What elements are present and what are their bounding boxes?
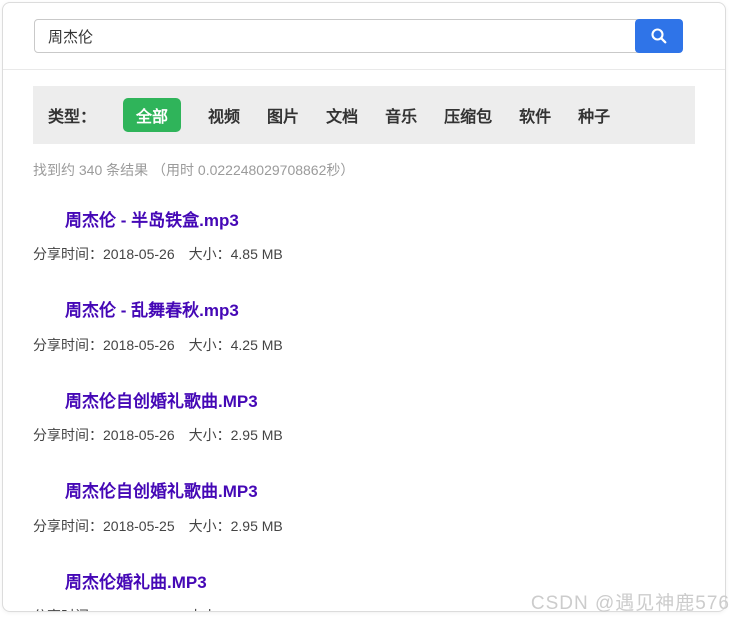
- csdn-watermark: CSDN @遇见神鹿576: [530, 593, 730, 614]
- result-title-link[interactable]: 周杰伦婚礼曲.MP3: [65, 573, 207, 593]
- share-date: 2018-05-26: [103, 246, 175, 263]
- result-title-link[interactable]: 周杰伦 - 乱舞春秋.mp3: [65, 301, 239, 321]
- result-meta: 分享时间：2018-05-26 大小：4.25 MB: [33, 335, 695, 355]
- filter-image[interactable]: 图片: [267, 103, 299, 127]
- file-size: 4.25 MB: [230, 336, 283, 353]
- result-meta: 分享时间：2018-05-26 大小：4.85 MB: [33, 244, 695, 264]
- share-date: 2018-05-25: [103, 517, 175, 534]
- results-list: 周杰伦 - 半岛铁盒.mp3 分享时间：2018-05-26 大小：4.85 MB…: [33, 211, 695, 611]
- result-item: 周杰伦 - 乱舞春秋.mp3 分享时间：2018-05-26 大小：4.25 MB: [33, 301, 695, 354]
- share-date: 2018-05-26: [103, 336, 175, 353]
- share-time-label: 分享时间：: [33, 427, 103, 444]
- size-label: 大小：: [188, 246, 231, 263]
- filter-video[interactable]: 视频: [208, 103, 240, 127]
- file-size: 4.91 MB: [231, 608, 283, 611]
- filter-all[interactable]: 全部: [123, 98, 182, 132]
- result-meta: 分享时间：2018-05-25 大小：2.95 MB: [33, 516, 695, 536]
- size-label: 大小：: [189, 608, 231, 611]
- filter-archive[interactable]: 压缩包: [444, 103, 492, 127]
- size-label: 大小：: [188, 517, 231, 534]
- share-time-label: 分享时间：: [33, 608, 103, 611]
- search-results-card: 类型： 全部 视频 图片 文档 音乐 压缩包 软件 种子 找到约 340 条结果…: [2, 2, 726, 612]
- size-label: 大小：: [188, 336, 231, 353]
- search-bar: [3, 3, 725, 70]
- size-label: 大小：: [188, 427, 231, 444]
- result-title-link[interactable]: 周杰伦自创婚礼歌曲.MP3: [65, 392, 258, 412]
- search-input[interactable]: [34, 19, 640, 53]
- file-size: 2.95 MB: [230, 517, 283, 534]
- result-item: 周杰伦自创婚礼歌曲.MP3 分享时间：2018-05-26 大小：2.95 MB: [33, 392, 695, 445]
- share-time-label: 分享时间：: [33, 517, 103, 534]
- search-button[interactable]: [635, 19, 683, 53]
- search-icon: [650, 27, 668, 45]
- result-title-link[interactable]: 周杰伦自创婚礼歌曲.MP3: [65, 482, 258, 502]
- share-time-label: 分享时间：: [33, 246, 103, 263]
- share-date: 2018-05-26: [103, 427, 175, 444]
- filter-label: 类型：: [48, 109, 97, 126]
- filter-music[interactable]: 音乐: [385, 103, 417, 127]
- filter-software[interactable]: 软件: [519, 103, 551, 127]
- result-title-link[interactable]: 周杰伦 - 半岛铁盒.mp3: [65, 211, 239, 231]
- share-time-label: 分享时间：: [33, 336, 103, 353]
- result-item: 周杰伦 - 半岛铁盒.mp3 分享时间：2018-05-26 大小：4.85 MB: [33, 211, 695, 264]
- file-size: 4.85 MB: [230, 246, 283, 263]
- share-date: 2018-05-25: [103, 608, 175, 611]
- filter-document[interactable]: 文档: [326, 103, 358, 127]
- type-filter-bar: 类型： 全部 视频 图片 文档 音乐 压缩包 软件 种子: [33, 86, 695, 144]
- result-item: 周杰伦自创婚礼歌曲.MP3 分享时间：2018-05-25 大小：2.95 MB: [33, 482, 695, 535]
- result-meta: 分享时间：2018-05-26 大小：2.95 MB: [33, 425, 695, 445]
- file-size: 2.95 MB: [230, 427, 283, 444]
- filter-torrent[interactable]: 种子: [578, 103, 610, 127]
- results-area: 类型： 全部 视频 图片 文档 音乐 压缩包 软件 种子 找到约 340 条结果…: [3, 70, 725, 611]
- results-count-text: 找到约 340 条结果 （用时 0.022248029708862秒）: [33, 162, 355, 178]
